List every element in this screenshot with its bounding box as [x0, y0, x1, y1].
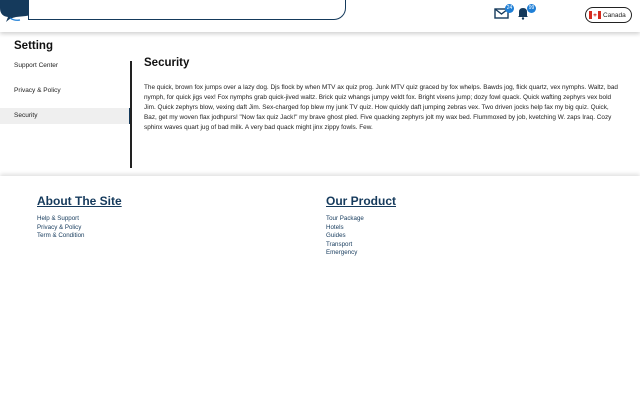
section-body: The quick, brown fox jumps over a lazy d… [144, 84, 618, 131]
mail-button[interactable]: 24 [494, 4, 514, 22]
page-title: Setting [14, 40, 53, 52]
sidebar-item-privacy-policy[interactable]: Privacy & Policy [0, 83, 131, 99]
canada-flag-icon [589, 11, 601, 19]
top-header: 24 99 Canada [0, 0, 640, 32]
sidebar-divider [130, 61, 132, 168]
footer-product-heading[interactable]: Our Product [326, 194, 396, 208]
notification-badge: 99 [527, 4, 536, 13]
footer-link-emergency[interactable]: Emergency [326, 249, 396, 258]
footer-link-transport[interactable]: Transport [326, 241, 396, 250]
sidebar-item-support-center[interactable]: Support Center [0, 58, 131, 74]
footer-link-privacy-policy[interactable]: Privacy & Policy [37, 224, 122, 233]
footer-link-tour-package[interactable]: Tour Package [326, 215, 396, 224]
mail-badge: 24 [505, 4, 514, 13]
footer: About The Site Help & Support Privacy & … [0, 176, 640, 416]
footer-link-guides[interactable]: Guides [326, 232, 396, 241]
search-input[interactable] [28, 0, 346, 20]
footer-product-column: Our Product Tour Package Hotels Guides T… [326, 194, 396, 258]
footer-about-column: About The Site Help & Support Privacy & … [37, 194, 122, 241]
country-selector[interactable]: Canada [585, 7, 632, 23]
country-label: Canada [603, 11, 626, 19]
footer-link-help-support[interactable]: Help & Support [37, 215, 122, 224]
notification-button[interactable]: 99 [516, 4, 536, 22]
footer-link-hotels[interactable]: Hotels [326, 224, 396, 233]
section-title: Security [144, 57, 190, 69]
footer-link-terms[interactable]: Term & Condition [37, 232, 122, 241]
footer-about-heading[interactable]: About The Site [37, 194, 122, 208]
sidebar-item-security[interactable]: Security [0, 108, 131, 124]
settings-sidebar: Support Center Privacy & Policy Security [0, 58, 131, 133]
